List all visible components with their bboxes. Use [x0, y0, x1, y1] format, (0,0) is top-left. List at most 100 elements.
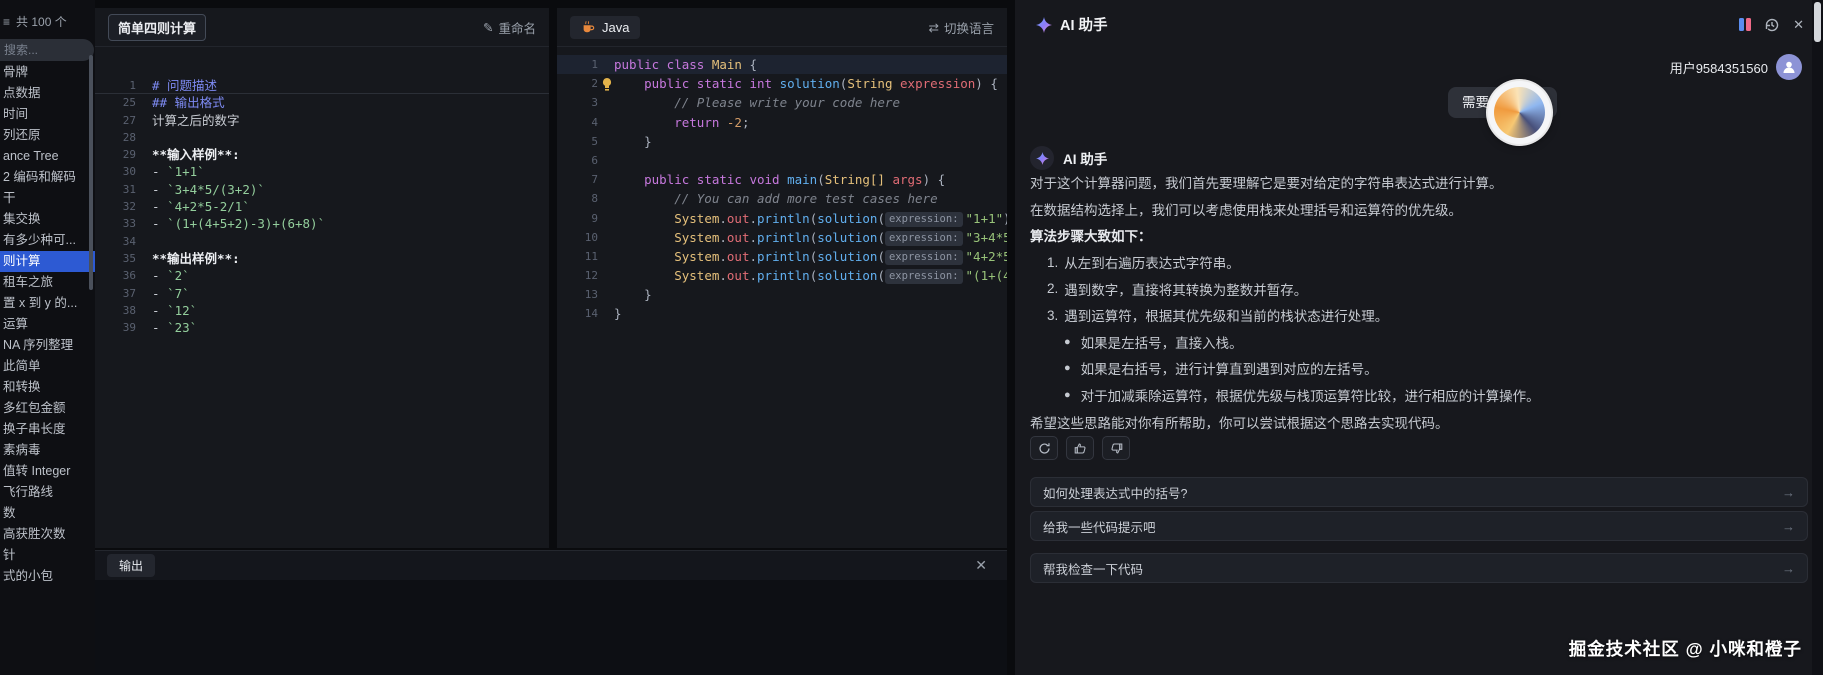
- ai-header: AI 助手 ✕: [1036, 14, 1804, 35]
- switch-language-button[interactable]: ⇄ 切换语言: [929, 18, 995, 37]
- sidebar-item[interactable]: 干: [0, 188, 95, 209]
- token: ) ==: [1003, 211, 1007, 226]
- sidebar-item[interactable]: 骨牌: [0, 62, 95, 83]
- sidebar-item[interactable]: 2 编码和解码: [0, 167, 95, 188]
- like-button[interactable]: [1066, 436, 1094, 460]
- sidebar-item[interactable]: 多红包金额: [0, 398, 95, 419]
- sidebar-item[interactable]: 换子串长度: [0, 419, 95, 440]
- sidebar-item[interactable]: 则计算: [0, 251, 95, 272]
- arrow-right-icon: →: [1782, 519, 1795, 534]
- code-line[interactable]: 3 // Please write your code here: [557, 93, 1007, 112]
- suggested-question-chip[interactable]: 帮我检查一下代码→: [1030, 553, 1808, 583]
- line-content: - `(1+(4+5+2)-3)+(6+8)`: [152, 215, 549, 232]
- sidebar-item[interactable]: 值转 Integer: [0, 461, 95, 482]
- suggested-question-chip[interactable]: 给我一些代码提示吧→: [1030, 511, 1808, 541]
- line-content: }: [614, 285, 1007, 304]
- scrollbar-thumb[interactable]: [1814, 2, 1821, 42]
- token: out: [727, 268, 750, 283]
- flag-icon[interactable]: [1739, 18, 1751, 31]
- close-icon[interactable]: ✕: [975, 557, 987, 574]
- code-line[interactable]: 9 System.out.println(solution(expression…: [557, 209, 1007, 228]
- token: -: [152, 216, 167, 231]
- sidebar-item[interactable]: 针: [0, 545, 95, 566]
- token: System: [674, 249, 719, 264]
- suggested-question-chip[interactable]: 如何处理表达式中的括号?→: [1030, 477, 1808, 507]
- code-line[interactable]: 13 }: [557, 285, 1007, 304]
- md-line[interactable]: 28: [95, 129, 549, 146]
- list-marker: 2.: [1047, 281, 1058, 296]
- code-line[interactable]: 7 public static void main(String[] args)…: [557, 170, 1007, 189]
- line-content: System.out.println(solution(expression:"…: [614, 228, 1007, 247]
- output-tab[interactable]: 输出: [107, 554, 155, 577]
- code-line[interactable]: 4 return -2;: [557, 113, 1007, 132]
- history-icon[interactable]: [1764, 17, 1780, 33]
- message-paragraph: 希望这些思路能对你有所帮助，你可以尝试根据这个思路去实现代码。: [1030, 408, 1812, 435]
- md-line[interactable]: 27计算之后的数字: [95, 112, 549, 129]
- line-number: 32: [95, 198, 152, 215]
- close-icon[interactable]: ✕: [1793, 17, 1804, 33]
- sidebar-item[interactable]: 有多少种可...: [0, 230, 95, 251]
- description-editor[interactable]: 1# 问题描述25## 输出格式27计算之后的数字2829**输入样例**:30…: [95, 47, 549, 336]
- md-line[interactable]: 25## 输出格式: [95, 94, 549, 111]
- md-line[interactable]: 30- `1+1`: [95, 163, 549, 180]
- md-line[interactable]: 38- `12`: [95, 302, 549, 319]
- rename-button[interactable]: ✎ 重命名: [483, 18, 536, 37]
- md-line[interactable]: 34: [95, 233, 549, 250]
- code-line[interactable]: 10 System.out.println(solution(expressio…: [557, 228, 1007, 247]
- md-line[interactable]: 36- `2`: [95, 267, 549, 284]
- sidebar-item[interactable]: 租车之旅: [0, 272, 95, 293]
- md-line[interactable]: 37- `7`: [95, 285, 549, 302]
- sidebar-item[interactable]: ance Tree: [0, 146, 95, 167]
- line-number: 5: [557, 132, 614, 151]
- regenerate-button[interactable]: [1030, 436, 1058, 460]
- token: println: [757, 249, 810, 264]
- token: -: [152, 164, 167, 179]
- md-line[interactable]: 1# 问题描述: [95, 77, 549, 94]
- md-line[interactable]: 35**输出样例**:: [95, 250, 549, 267]
- code-line[interactable]: 2 public static int solution(String expr…: [557, 74, 1007, 93]
- hamburger-icon[interactable]: ≡: [3, 15, 10, 29]
- message-list-item: 2.遇到数字，直接将其转换为整数并暂存。: [1030, 275, 1812, 302]
- token: -: [152, 320, 167, 335]
- sidebar-item[interactable]: 素病毒: [0, 440, 95, 461]
- language-tab[interactable]: Java: [570, 16, 640, 39]
- sidebar-item[interactable]: 和转换: [0, 377, 95, 398]
- code-line[interactable]: 1public class Main {: [557, 55, 1007, 74]
- code-line[interactable]: 6: [557, 151, 1007, 170]
- sidebar-item[interactable]: 置 x 到 y 的...: [0, 293, 95, 314]
- sidebar-item[interactable]: 时间: [0, 104, 95, 125]
- code-line[interactable]: 11 System.out.println(solution(expressio…: [557, 247, 1007, 266]
- code-line[interactable]: 8 // You can add more test cases here: [557, 189, 1007, 208]
- sidebar-item[interactable]: 运算: [0, 314, 95, 335]
- line-content: - `7`: [152, 285, 549, 302]
- code-line[interactable]: 12 System.out.println(solution(expressio…: [557, 266, 1007, 285]
- description-header: 简单四则计算 ✎ 重命名: [95, 8, 549, 47]
- sidebar-item[interactable]: 此简单: [0, 356, 95, 377]
- sidebar-item[interactable]: 式的小包: [0, 566, 95, 587]
- code-editor[interactable]: 1public class Main {2 public static int …: [557, 47, 1007, 324]
- md-line[interactable]: 32- `4+2*5-2/1`: [95, 198, 549, 215]
- sidebar-item[interactable]: 飞行路线: [0, 482, 95, 503]
- md-line[interactable]: 33- `(1+(4+5+2)-3)+(6+8)`: [95, 215, 549, 232]
- search-input[interactable]: [0, 39, 94, 61]
- line-content: System.out.println(solution(expression:"…: [614, 209, 1007, 228]
- md-line[interactable]: 39- `23`: [95, 319, 549, 336]
- sidebar-item[interactable]: 集交换: [0, 209, 95, 230]
- code-line[interactable]: 14}: [557, 304, 1007, 323]
- watermark-avatar: [1488, 81, 1551, 144]
- sidebar-item[interactable]: 列还原: [0, 125, 95, 146]
- page-scrollbar[interactable]: [1812, 0, 1823, 675]
- list-marker: 3.: [1047, 308, 1058, 323]
- dislike-button[interactable]: [1102, 436, 1130, 460]
- sidebar-item[interactable]: 点数据: [0, 83, 95, 104]
- token: solution: [817, 211, 877, 226]
- sidebar-scrollbar[interactable]: [89, 55, 93, 290]
- sidebar-item[interactable]: 高获胜次数: [0, 524, 95, 545]
- token: println: [757, 211, 810, 226]
- sidebar-item[interactable]: NA 序列整理: [0, 335, 95, 356]
- md-line[interactable]: 31- `3+4*5/(3+2)`: [95, 181, 549, 198]
- list-marker: ●: [1064, 389, 1071, 401]
- code-line[interactable]: 5 }: [557, 132, 1007, 151]
- sidebar-item[interactable]: 数: [0, 503, 95, 524]
- md-line[interactable]: 29**输入样例**:: [95, 146, 549, 163]
